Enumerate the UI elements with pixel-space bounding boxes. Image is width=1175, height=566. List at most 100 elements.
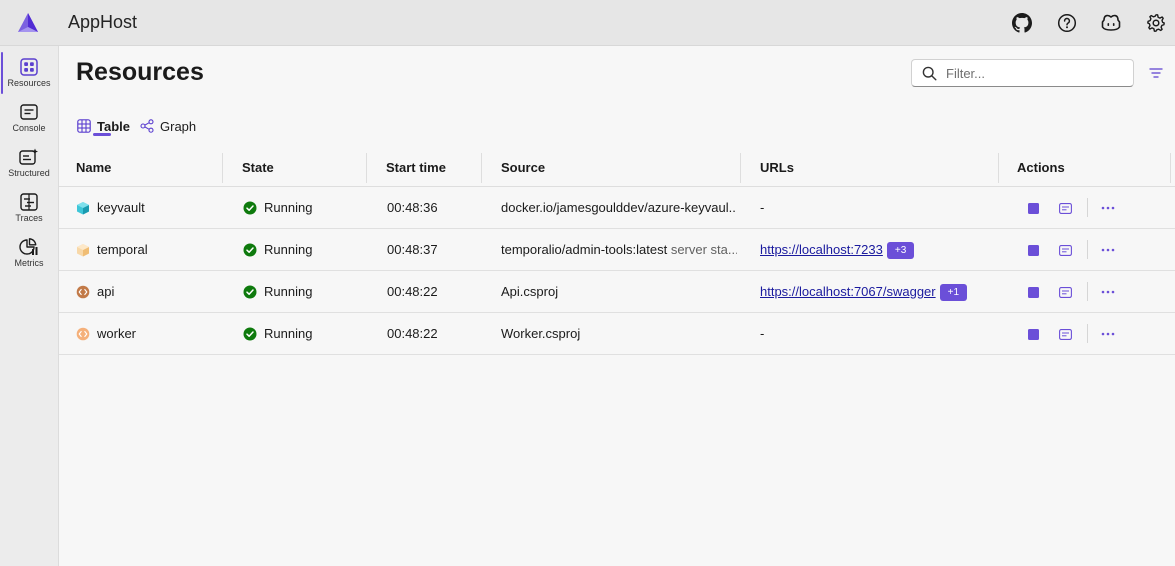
column-resize-handle[interactable] [998, 153, 999, 183]
state-cell: Running [243, 187, 312, 228]
resource-name: keyvault [97, 200, 145, 215]
more-actions-icon[interactable] [1100, 242, 1116, 258]
stop-button[interactable] [1025, 200, 1041, 216]
console-logs-button[interactable] [1057, 200, 1073, 216]
url-cell: - [760, 187, 764, 228]
name-cell: worker [76, 313, 136, 354]
url-cell: - [760, 313, 764, 354]
console-logs-button[interactable] [1057, 326, 1073, 342]
state-cell: Running [243, 271, 312, 312]
sidebar-item-traces[interactable]: Traces [0, 187, 58, 231]
column-resize-handle[interactable] [366, 153, 367, 183]
traces-icon [20, 193, 38, 211]
action-separator [1087, 324, 1088, 343]
settings-icon[interactable] [1144, 11, 1168, 35]
url-link[interactable]: https://localhost:7067/swagger [760, 284, 936, 299]
name-cell: api [76, 271, 114, 312]
sidebar-item-label: Resources [7, 78, 51, 88]
source-args: server sta... [670, 242, 737, 257]
tab-graph[interactable]: Graph [140, 113, 196, 139]
stop-button[interactable] [1025, 284, 1041, 300]
structured-logs-icon [19, 148, 38, 165]
column-resize-handle[interactable] [740, 153, 741, 183]
source-text: temporalio/admin-tools:latest [501, 242, 668, 257]
help-icon[interactable] [1055, 11, 1079, 35]
start-time: 00:48:22 [387, 284, 438, 299]
github-icon[interactable] [1010, 11, 1034, 35]
column-resize-handle[interactable] [1170, 153, 1171, 183]
url-cell: https://localhost:7233 +3 [760, 229, 915, 270]
filter-options-icon[interactable] [1148, 65, 1164, 81]
more-actions-icon[interactable] [1100, 326, 1116, 342]
more-actions-icon[interactable] [1100, 200, 1116, 216]
table-row[interactable]: keyvault Running 00:48:36 docker.io/jame… [59, 187, 1175, 229]
project-icon [76, 285, 90, 299]
state-cell: Running [243, 229, 312, 270]
column-header-name[interactable]: Name [76, 151, 111, 187]
sidebar-item-resources[interactable]: Resources [0, 52, 58, 96]
column-resize-handle[interactable] [481, 153, 482, 183]
tab-table[interactable]: Table [77, 113, 130, 139]
url-link[interactable]: https://localhost:7233 [760, 242, 883, 257]
column-header-state[interactable]: State [242, 151, 274, 187]
graph-icon [140, 119, 154, 133]
source-text: Api.csproj [501, 284, 559, 299]
aspire-logo-icon[interactable] [16, 11, 40, 35]
start-time: 00:48:37 [387, 242, 438, 257]
state-text: Running [264, 326, 313, 341]
cube-icon [76, 243, 90, 257]
page-title: Resources [76, 58, 204, 86]
check-circle-icon [243, 243, 257, 257]
resource-name: temporal [97, 242, 148, 257]
stop-button[interactable] [1025, 326, 1041, 342]
table-row[interactable]: api Running 00:48:22 Api.csproj https://… [59, 271, 1175, 313]
stop-button[interactable] [1025, 242, 1041, 258]
app-title: AppHost [68, 12, 138, 32]
table-icon [77, 119, 91, 133]
more-urls-badge[interactable]: +3 [886, 242, 915, 260]
source-text: Worker.csproj [501, 326, 581, 341]
url-cell: https://localhost:7067/swagger +1 [760, 271, 968, 312]
table-row[interactable]: worker Running 00:48:22 Worker.csproj - [59, 313, 1175, 355]
top-header: AppHost [0, 0, 1175, 46]
search-icon [922, 66, 937, 81]
table-row[interactable]: temporal Running 00:48:37 temporalio/adm… [59, 229, 1175, 271]
sidebar-item-label: Traces [15, 213, 43, 223]
cube-icon [76, 201, 90, 215]
state-text: Running [264, 200, 313, 215]
action-separator [1087, 282, 1088, 301]
resources-icon [20, 58, 38, 76]
check-circle-icon [243, 327, 257, 341]
start-time: 00:48:22 [387, 326, 438, 341]
console-logs-button[interactable] [1057, 284, 1073, 300]
url-empty: - [760, 326, 765, 341]
filter-input[interactable] [946, 65, 1116, 81]
column-header-actions: Actions [1017, 160, 1065, 175]
source-text: docker.io/jamesgoulddev/azure-keyvaul... [501, 200, 737, 215]
console-logs-button[interactable] [1057, 242, 1073, 258]
column-header-source[interactable]: Source [501, 151, 545, 187]
main-content: Resources Table Graph Name State Start t… [59, 46, 1175, 566]
sidebar-item-metrics[interactable]: Metrics [0, 232, 58, 276]
column-header-urls[interactable]: URLs [760, 151, 794, 187]
column-resize-handle[interactable] [222, 153, 223, 183]
name-cell: temporal [76, 229, 148, 270]
action-separator [1087, 240, 1088, 259]
more-actions-icon[interactable] [1100, 284, 1116, 300]
sidebar-item-structured[interactable]: Structured [0, 142, 58, 186]
copilot-icon[interactable] [1099, 11, 1123, 35]
source-cell: Worker.csproj [501, 313, 737, 354]
column-header-start-time[interactable]: Start time [386, 151, 446, 187]
start-time: 00:48:36 [387, 200, 438, 215]
sidebar-nav: Resources Console Structured Traces Metr… [0, 46, 59, 566]
table-header: Name State Start time Source URLs Action… [59, 151, 1175, 187]
state-text: Running [264, 242, 313, 257]
resource-name: worker [97, 326, 137, 341]
more-urls-badge[interactable]: +1 [939, 284, 968, 302]
check-circle-icon [243, 201, 257, 215]
resources-table: Name State Start time Source URLs Action… [59, 151, 1175, 355]
url-empty: - [760, 200, 765, 215]
project-icon [76, 327, 90, 341]
name-cell: keyvault [76, 187, 145, 228]
sidebar-item-console[interactable]: Console [0, 97, 58, 141]
